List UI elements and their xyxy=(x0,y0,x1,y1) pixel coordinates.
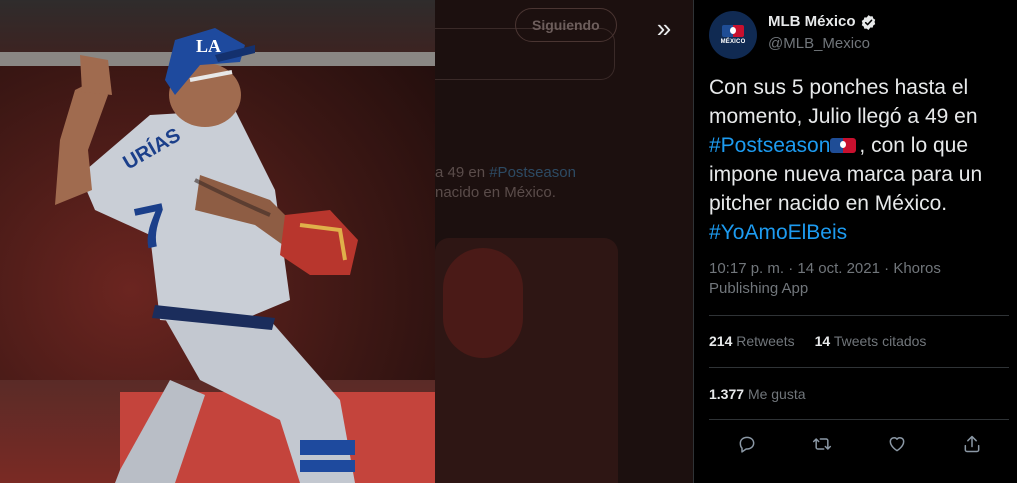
share-icon xyxy=(964,435,979,453)
tweet-date-link[interactable]: 14 oct. 2021 xyxy=(797,260,880,277)
share-button[interactable] xyxy=(958,430,986,458)
tweet-text-part1: Con sus 5 ponches hasta el momento, Juli… xyxy=(709,76,978,128)
likes-count: 1.377 xyxy=(709,386,745,402)
tweet-actions xyxy=(709,430,1009,458)
meta-separator: · xyxy=(879,260,894,277)
reply-button[interactable] xyxy=(733,430,761,458)
pitcher-illustration: 7 URÍAS LA xyxy=(55,28,358,483)
background-tweet-image xyxy=(435,238,618,483)
heart-icon xyxy=(889,437,904,452)
avatar-label: MÉXICO xyxy=(720,39,746,45)
background-tweet-line2: nacido en México. xyxy=(435,184,556,201)
quotes-label: Tweets citados xyxy=(833,333,927,349)
verified-badge-icon xyxy=(861,14,875,30)
author-handle[interactable]: @MLB_Mexico xyxy=(768,34,877,54)
background-line1-hashtag: #Postseason xyxy=(489,164,576,181)
like-button[interactable] xyxy=(883,430,911,458)
mlb-logo-icon xyxy=(722,25,744,37)
likes-stat[interactable]: 1.377 Me gusta xyxy=(709,384,806,404)
avatar[interactable]: MÉXICO xyxy=(709,11,757,59)
hashtag-link[interactable]: #Postseason xyxy=(709,134,830,157)
svg-text:LA: LA xyxy=(196,36,221,56)
tweet-detail-panel: MÉXICO MLB México @MLB_Mexico Con sus 5 … xyxy=(693,0,1017,483)
reply-icon xyxy=(739,436,754,453)
background-tweet: Siguiendo a 49 en #Postseason nacido en … xyxy=(435,0,693,483)
background-line1-prefix: a 49 en xyxy=(435,164,490,181)
tweet-meta: 10:17 p. m. · 14 oct. 2021 · Khoros Publ… xyxy=(709,259,1009,299)
likes-label: Me gusta xyxy=(747,386,806,402)
quotes-stat[interactable]: 14 Tweets citados xyxy=(815,331,927,351)
following-button: Siguiendo xyxy=(515,8,617,42)
chevron-double-right-icon[interactable]: » xyxy=(650,14,678,42)
quotes-count: 14 xyxy=(814,333,831,349)
meta-separator: · xyxy=(784,260,798,277)
display-name-text: MLB México xyxy=(768,13,856,30)
author-names: MLB México @MLB_Mexico xyxy=(768,12,877,54)
divider xyxy=(709,367,1009,368)
retweets-stat[interactable]: 214 Retweets xyxy=(709,331,795,351)
retweets-count: 214 xyxy=(709,333,733,349)
background-tweet-line1: a 49 en #Postseason xyxy=(435,164,576,181)
divider xyxy=(709,315,1009,316)
retweets-label: Retweets xyxy=(736,333,795,349)
tweet-author: MÉXICO MLB México @MLB_Mexico xyxy=(709,11,1009,59)
author-display-name[interactable]: MLB México xyxy=(768,12,877,32)
tweet-photo: 7 URÍAS LA xyxy=(0,0,435,483)
tweet-time-link[interactable]: 10:17 p. m. xyxy=(709,260,784,277)
mlb-flag-icon xyxy=(830,138,857,153)
retweet-button[interactable] xyxy=(808,430,836,458)
retweet-icon xyxy=(812,438,831,450)
tweet-stats: 214 Retweets 14 Tweets citados xyxy=(709,331,926,351)
tweet-text: Con sus 5 ponches hasta el momento, Juli… xyxy=(709,73,1009,247)
hashtag-link[interactable]: #YoAmoElBeis xyxy=(709,221,847,244)
divider xyxy=(709,419,1009,420)
